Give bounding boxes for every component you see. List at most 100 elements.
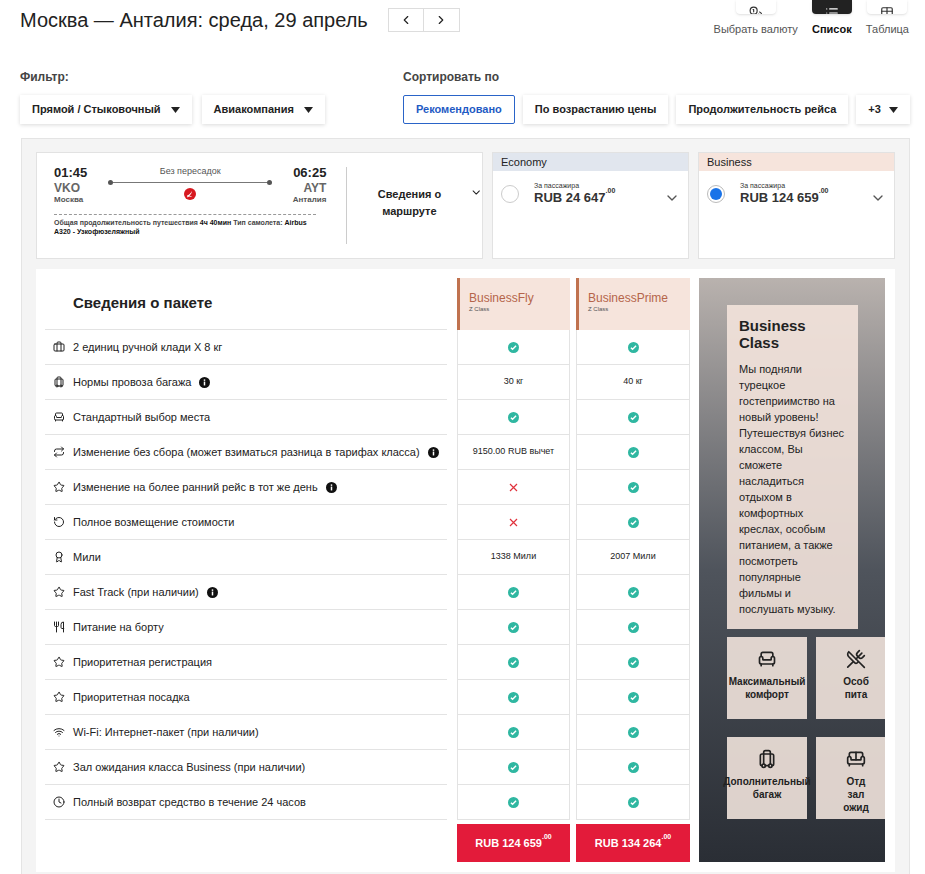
feature-icon (53, 761, 65, 773)
view-icon (749, 6, 763, 14)
sort-option[interactable]: Рекомендовано (403, 95, 515, 124)
check-icon (508, 342, 519, 353)
flight-row: 01:45VKOМоскваБез пересадок06:25AYTАнтал… (36, 152, 895, 259)
check-icon (508, 692, 519, 703)
check-icon (628, 447, 639, 458)
feature-row: Fast Track (при наличии) (45, 575, 447, 610)
fare-price-button[interactable]: RUB 134 264.00 (576, 824, 690, 862)
fare-cell (457, 680, 570, 715)
info-icon[interactable] (199, 377, 210, 388)
sort-option[interactable]: Продолжительность рейса (676, 95, 848, 124)
filter-dropdown[interactable]: Прямой / Стыковочный (20, 95, 192, 124)
info-icon[interactable] (326, 482, 337, 493)
radio-button[interactable] (501, 185, 519, 203)
fare-cell (576, 400, 690, 435)
fare-cell (457, 470, 570, 505)
flight-summary: 01:45VKOМоскваБез пересадок06:25AYTАнтал… (36, 152, 483, 259)
check-icon (508, 727, 519, 738)
fare-cell (576, 645, 690, 680)
promo-tile: Особпита (816, 637, 885, 719)
fare-cell (457, 750, 570, 785)
fare-cell (576, 785, 690, 820)
fare-cell (457, 575, 570, 610)
check-icon (628, 762, 639, 773)
info-icon[interactable] (428, 447, 439, 458)
fare-cell (576, 470, 690, 505)
fare-cell (457, 785, 570, 820)
fare-cell: 40 кг (576, 365, 690, 400)
feature-row: Wi-Fi: Интернет-пакет (при наличии) (45, 715, 447, 750)
fare-cell (457, 645, 570, 680)
feature-icon (53, 481, 65, 493)
check-icon (508, 797, 519, 808)
promo-tile: Дополнительныйбагаж (727, 737, 807, 819)
caret-icon (171, 107, 180, 113)
sort-more-button[interactable]: +3 (856, 95, 910, 124)
toolbar: Фильтр: Прямой / Стыковочный Авиакомпания С… (0, 64, 925, 138)
chevron-right-icon (434, 13, 448, 27)
check-icon (628, 412, 639, 423)
fare-cell (457, 610, 570, 645)
package-panel: Сведения о пакете 2 единиц ручной клади X… (36, 269, 895, 872)
next-date-button[interactable] (424, 8, 460, 32)
feature-row: Приоритетная посадка (45, 680, 447, 715)
cabin-option[interactable]: BusinessЗа пассажираRUB 124 659.00 (698, 152, 895, 259)
chevron-left-icon (399, 13, 413, 27)
feature-icon (53, 656, 65, 668)
cabin-option[interactable]: EconomyЗа пассажираRUB 24 647.00 (492, 152, 689, 259)
view-option[interactable]: Таблица (866, 0, 909, 64)
feature-row: Зал ожидания класса Business (при наличи… (45, 750, 447, 785)
tile-icon (757, 649, 777, 669)
promo-panel: Business ClassМы подняли турецкое гостеп… (699, 278, 885, 862)
feature-row: Мили (45, 540, 447, 575)
check-icon (628, 342, 639, 353)
feature-row: Питание на борту (45, 610, 447, 645)
filter-label: Фильтр: (20, 70, 403, 84)
sort-option[interactable]: По возрастанию цены (523, 95, 669, 124)
feature-icon (53, 516, 65, 528)
feature-icon (53, 691, 65, 703)
fare-column: BusinessPrimeZ Class40 кг2007 МилиRUB 13… (576, 278, 690, 862)
info-icon[interactable] (207, 587, 218, 598)
fare-cell (576, 680, 690, 715)
feature-icon (53, 411, 65, 423)
view-icon (825, 6, 839, 14)
feature-icon (53, 551, 65, 563)
fare-cell: 9150.00 RUB вычет (457, 435, 570, 470)
check-icon (628, 657, 639, 668)
route-title: Москва — Анталия: среда, 29 апрель (20, 7, 368, 33)
feature-icon (53, 446, 65, 458)
prev-date-button[interactable] (388, 8, 424, 32)
page: Москва — Анталия: среда, 29 апрель Выбрат… (0, 0, 925, 874)
feature-row: Полное возмещение стоимости (45, 505, 447, 540)
fare-cell (576, 610, 690, 645)
feature-icon (53, 621, 65, 633)
cross-icon (509, 483, 518, 492)
promo-tile: Максимальныйкомфорт (727, 637, 807, 719)
fare-column: BusinessFlyZ Class30 кг9150.00 RUB вычет… (457, 278, 570, 862)
feature-row: 2 единиц ручной клади X 8 кг (45, 330, 447, 365)
check-icon (508, 657, 519, 668)
header: Москва — Анталия: среда, 29 апрель Выбрат… (0, 0, 925, 64)
chevron-down-icon (470, 186, 483, 199)
sort-label: Сортировать по (403, 70, 910, 84)
fare-cell (576, 575, 690, 610)
result-card: 01:45VKOМоскваБез пересадок06:25AYTАнтал… (21, 138, 910, 874)
fare-header: BusinessPrimeZ Class (576, 278, 690, 330)
airline-logo-icon (184, 188, 196, 200)
check-icon (628, 797, 639, 808)
fare-price-button[interactable]: RUB 124 659.00 (457, 824, 570, 862)
fare-cell: 1338 Мили (457, 540, 570, 575)
cross-icon (509, 518, 518, 527)
view-option[interactable]: Список (812, 0, 852, 64)
package-title: Сведения о пакете (73, 292, 212, 315)
caret-icon (889, 107, 898, 113)
radio-button[interactable] (707, 185, 725, 203)
feature-icon (53, 376, 65, 388)
filter-dropdown[interactable]: Авиакомпания (202, 95, 325, 124)
route-details-link[interactable]: Сведения о маршруте (347, 153, 482, 258)
fare-cell (576, 715, 690, 750)
view-option[interactable]: Выбрать валюту (714, 0, 798, 64)
view-options: Выбрать валюту Список Таблица (714, 0, 909, 64)
check-icon (508, 587, 519, 598)
